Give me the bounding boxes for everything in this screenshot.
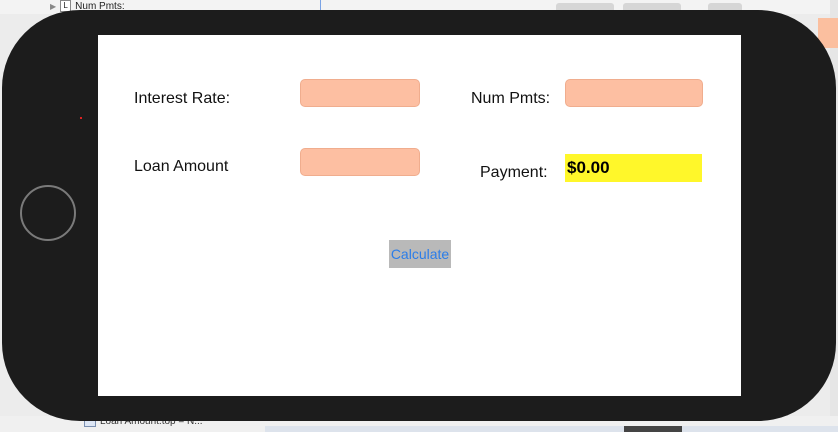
payment-value: $0.00 [565, 154, 702, 182]
interest-rate-input[interactable] [300, 79, 420, 107]
loan-amount-input[interactable] [300, 148, 420, 176]
scrollbar-thumb[interactable] [624, 426, 682, 432]
constraint-marker [80, 117, 82, 119]
loan-amount-label: Loan Amount [134, 158, 229, 175]
payment-label: Payment: [480, 164, 548, 181]
num-pmts-input[interactable] [565, 79, 703, 107]
disclosure-triangle-icon[interactable]: ▶ [50, 2, 56, 11]
iphone-device-frame: Interest Rate: Num Pmts: Loan Amount Pay… [2, 10, 836, 421]
app-screen: Interest Rate: Num Pmts: Loan Amount Pay… [98, 35, 741, 396]
num-pmts-label: Num Pmts: [471, 90, 551, 107]
horizontal-scrollbar[interactable] [265, 426, 838, 432]
home-button[interactable] [20, 185, 76, 241]
interest-rate-label: Interest Rate: [134, 90, 231, 107]
calculate-button[interactable]: Calculate [389, 240, 451, 268]
